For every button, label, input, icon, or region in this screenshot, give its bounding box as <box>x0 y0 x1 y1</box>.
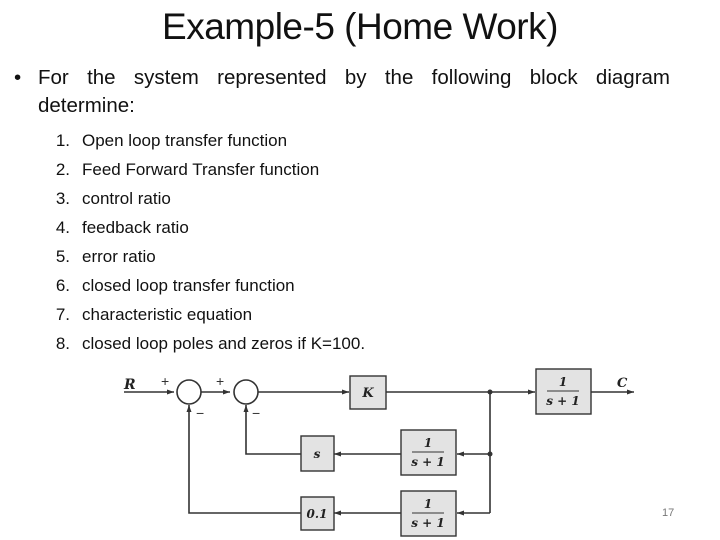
plant-numerator: 1 <box>559 375 567 389</box>
output-label: C <box>617 376 628 391</box>
sum1-plus-sign: + <box>161 373 169 389</box>
input-label: R <box>123 377 136 393</box>
summing-junction-2 <box>233 379 259 405</box>
sum2-plus-sign: + <box>216 373 224 389</box>
outer-feedback-gain-label: 0.1 <box>307 507 328 521</box>
page-number: 17 <box>662 507 675 519</box>
sum1-minus-sign: − <box>196 405 204 421</box>
outer-feedback-return-line <box>186 405 301 514</box>
forward-gain-label: K <box>361 386 374 401</box>
block-diagram: R + − + − K 1 s + 1 C 1 s + 1 s 1 s + 1 … <box>123 368 634 537</box>
summing-junction-1 <box>176 379 202 405</box>
inner-filter-denominator: s + 1 <box>411 455 445 469</box>
outer-filter-numerator: 1 <box>424 497 432 511</box>
outer-filter-denominator: s + 1 <box>411 516 445 530</box>
sum2-minus-sign: − <box>252 405 260 421</box>
inner-feedback-gain-label: s <box>314 447 321 461</box>
inner-filter-numerator: 1 <box>424 436 432 450</box>
plant-denominator: s + 1 <box>546 394 580 408</box>
